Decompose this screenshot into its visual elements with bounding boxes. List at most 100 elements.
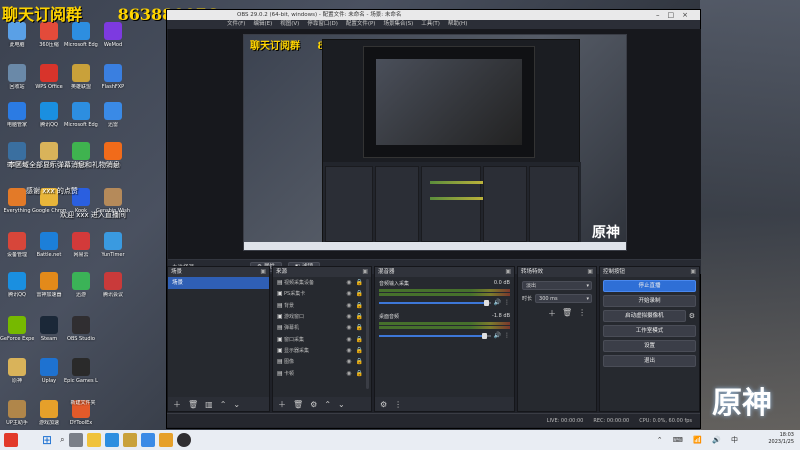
source-item[interactable]: ▣ 游戏窗口 ◉🔒 (273, 311, 371, 322)
menu-profile[interactable]: 配置文件(P) (346, 20, 376, 29)
menu-file[interactable]: 文件(F) (227, 20, 245, 29)
desktop-icon[interactable]: 电脑管家 (0, 102, 34, 128)
virtual-camera-settings-icon[interactable]: ⚙ (689, 312, 695, 320)
obs-taskbar-icon[interactable] (176, 433, 191, 447)
desktop-icon[interactable]: YunTimer (96, 232, 130, 258)
desktop-icon[interactable]: 此电脑 (0, 22, 34, 48)
source-item[interactable]: ▤ 弹幕机 ◉🔒 (273, 322, 371, 333)
desktop-icon[interactable]: Steam (32, 316, 66, 342)
system-tray-icons[interactable]: ⌃ ⌨ 📶 🔊 中 (657, 435, 742, 445)
more-options-icon[interactable]: ⋮ (504, 332, 510, 339)
desktop-icon[interactable]: 英雄联盟 (64, 64, 98, 90)
stop-streaming-button[interactable]: 停止直播 (603, 280, 696, 292)
app-icon[interactable] (140, 433, 155, 447)
volume-slider[interactable] (379, 299, 491, 306)
minimize-icon[interactable]: – (656, 11, 668, 19)
desktop-icon[interactable]: UP主助手 (0, 400, 34, 426)
scene-item[interactable]: 场景 (168, 277, 269, 289)
duration-input[interactable]: 300 ms (535, 294, 592, 303)
speaker-icon[interactable]: 🔊 (494, 332, 501, 339)
task-view-icon[interactable] (68, 433, 83, 447)
edge-icon[interactable] (104, 433, 119, 447)
system-clock[interactable]: 18:03 2023/1/25 (768, 432, 794, 446)
remove-source-icon[interactable]: 🗑 (293, 400, 303, 409)
windows-start-icon[interactable]: ⊞ (42, 433, 52, 447)
menu-tools[interactable]: 工具(T) (421, 20, 440, 29)
app-icon[interactable] (158, 433, 173, 447)
desktop-icon[interactable]: Battle.net (32, 232, 66, 258)
move-down-icon[interactable]: ⌄ (338, 400, 345, 409)
source-item[interactable]: ▣ PS采集卡 ◉🔒 (273, 288, 371, 299)
advanced-audio-icon[interactable]: ⚙ (380, 400, 387, 409)
desktop-icon[interactable]: GeForce Experience (0, 316, 34, 342)
source-visibility-lock-icons[interactable]: ◉🔒 (346, 324, 367, 331)
volume-slider-knob[interactable] (484, 299, 490, 306)
add-transition-icon[interactable]: ＋ (548, 308, 556, 319)
desktop-icon[interactable]: OBS Studio (64, 316, 98, 342)
desktop-icon-folder[interactable]: 新建文件夹 (66, 400, 100, 406)
desktop-icon[interactable]: Microsoft Edge (64, 102, 98, 128)
move-up-icon[interactable]: ⌃ (220, 400, 227, 409)
volume-slider[interactable] (379, 332, 491, 339)
menu-help[interactable]: 帮助(H) (448, 20, 467, 29)
source-item[interactable]: ▤ 背景 ◉🔒 (273, 300, 371, 311)
add-source-icon[interactable]: ＋ (278, 399, 286, 410)
desktop-icon[interactable]: 设备管理 (0, 232, 34, 258)
app-icon[interactable] (122, 433, 137, 447)
studio-mode-button[interactable]: 工作室模式 (603, 325, 696, 337)
sogou-ime-icon[interactable] (4, 433, 18, 447)
sources-scrollbar[interactable] (366, 279, 369, 389)
source-visibility-lock-icons[interactable]: ◉🔒 (346, 347, 367, 354)
program-preview[interactable]: 聊天订阅群 863880076 原神 (243, 34, 627, 251)
desktop-icon[interactable]: FlashFXP (96, 64, 130, 90)
remove-scene-icon[interactable]: 🗑 (188, 400, 198, 409)
source-visibility-lock-icons[interactable]: ◉🔒 (346, 290, 367, 297)
desktop-icon[interactable]: 迅游 (64, 272, 98, 298)
desktop-icon[interactable]: WPS Office (32, 64, 66, 90)
source-visibility-lock-icons[interactable]: ◉🔒 (346, 370, 367, 377)
dock-float-icon[interactable]: ▣ (505, 267, 511, 277)
source-visibility-lock-icons[interactable]: ◉🔒 (346, 313, 367, 320)
desktop-icon[interactable]: 网易云 (64, 232, 98, 258)
source-visibility-lock-icons[interactable]: ◉🔒 (346, 358, 367, 365)
exit-button[interactable]: 退出 (603, 355, 696, 367)
add-scene-icon[interactable]: ＋ (173, 399, 181, 410)
dock-float-icon[interactable]: ▣ (690, 267, 696, 277)
source-visibility-lock-icons[interactable]: ◉🔒 (346, 336, 367, 343)
transition-type-select[interactable]: 淡出 (522, 281, 592, 290)
desktop-icon[interactable]: 腾讯QQ (32, 102, 66, 128)
source-item[interactable]: ▤ 卡顿 ◉🔒 (273, 367, 371, 378)
desktop-icon[interactable]: 雷神加速器 (32, 272, 66, 298)
menu-edit[interactable]: 编辑(E) (253, 20, 272, 29)
speaker-icon[interactable]: 🔊 (494, 299, 501, 306)
close-icon[interactable]: × (682, 11, 696, 19)
source-item[interactable]: ▤ 图像 ◉🔒 (273, 356, 371, 367)
start-recording-button[interactable]: 开始录制 (603, 295, 696, 307)
move-up-icon[interactable]: ⌃ (324, 400, 331, 409)
menu-docks[interactable]: 停靠窗口(D) (307, 20, 338, 29)
dock-float-icon[interactable]: ▣ (260, 267, 266, 277)
maximize-icon[interactable]: □ (668, 11, 683, 19)
desktop-icon[interactable]: 腾讯会议 (96, 272, 130, 298)
menu-view[interactable]: 视图(V) (280, 20, 299, 29)
source-visibility-lock-icons[interactable]: ◉🔒 (346, 302, 367, 309)
remove-transition-icon[interactable]: 🗑 (562, 308, 572, 319)
menu-scene-collection[interactable]: 场景集合(S) (383, 20, 413, 29)
desktop-icon[interactable]: Microsoft Edge (64, 22, 98, 48)
more-options-icon[interactable]: ⋮ (394, 400, 402, 409)
dock-float-icon[interactable]: ▣ (587, 267, 593, 277)
desktop-icon[interactable]: WeMod (96, 22, 130, 48)
scene-filters-icon[interactable]: ▥ (205, 400, 213, 409)
dock-float-icon[interactable]: ▣ (362, 267, 368, 277)
source-properties-icon[interactable]: ⚙ (310, 400, 317, 409)
volume-slider-knob[interactable] (481, 332, 487, 339)
source-item[interactable]: ▣ 显示器采集 ◉🔒 (273, 345, 371, 356)
desktop-icon[interactable]: 原神 (0, 358, 34, 384)
source-item[interactable]: ▤ 视频采集设备 ◉🔒 (273, 277, 371, 288)
desktop-icon[interactable]: 游戏加速 (32, 400, 66, 426)
desktop-icon[interactable]: Uplay (32, 358, 66, 384)
source-visibility-lock-icons[interactable]: ◉🔒 (346, 279, 367, 286)
move-down-icon[interactable]: ⌄ (233, 400, 240, 409)
transition-settings-icon[interactable]: ⋮ (578, 308, 586, 319)
start-virtual-camera-button[interactable]: 启动虚拟摄像机 (603, 310, 686, 322)
